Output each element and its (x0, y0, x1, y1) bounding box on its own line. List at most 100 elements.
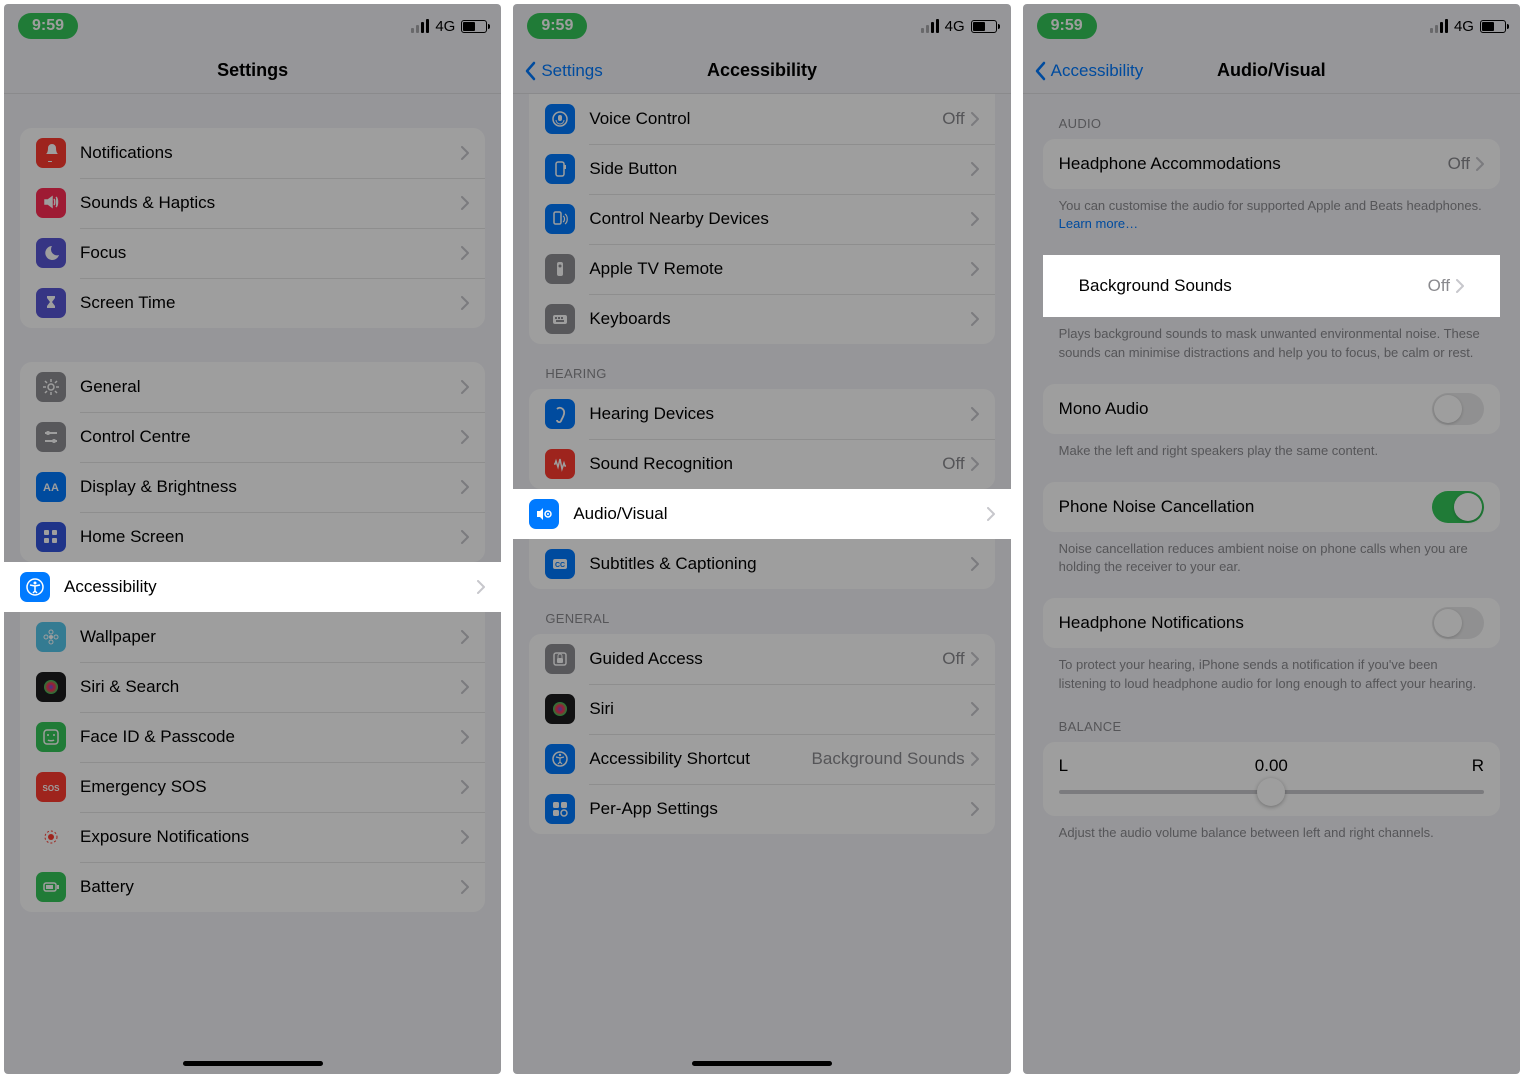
row-label: Siri (589, 699, 970, 719)
chevron-right-icon (971, 212, 979, 226)
lock-icon (545, 644, 575, 674)
chevron-right-icon (971, 652, 979, 666)
back-button[interactable]: Accessibility (1033, 61, 1144, 81)
subtitles-captioning-row[interactable]: CC Subtitles & Captioning (529, 539, 994, 589)
headphone-acc-card: Headphone Accommodations Off (1043, 139, 1500, 189)
chevron-right-icon (461, 530, 469, 544)
chevron-right-icon (971, 752, 979, 766)
back-button[interactable]: Settings (523, 61, 602, 81)
row-label: Side Button (589, 159, 970, 179)
chevron-right-icon (461, 780, 469, 794)
chevron-right-icon (461, 880, 469, 894)
focus-row[interactable]: Focus (20, 228, 485, 278)
ear-icon (545, 399, 575, 429)
row-label: Home Screen (80, 527, 461, 547)
emergency-sos-row[interactable]: SOSEmergency SOS (20, 762, 485, 812)
sounds-haptics-row[interactable]: Sounds & Haptics (20, 178, 485, 228)
chevron-right-icon (461, 380, 469, 394)
exposure-notifications-row[interactable]: Exposure Notifications (20, 812, 485, 862)
wallpaper-row[interactable]: Wallpaper (20, 612, 485, 662)
control-nearby-devices-row[interactable]: Control Nearby Devices (529, 194, 994, 244)
noise-cancel-toggle[interactable] (1432, 491, 1484, 523)
audiovis-icon (529, 499, 559, 529)
background-sounds-row[interactable]: Background Sounds Off (1043, 255, 1500, 317)
mono-audio-toggle[interactable] (1432, 393, 1484, 425)
siri-row[interactable]: Siri (529, 684, 994, 734)
row-label: Per-App Settings (589, 799, 970, 819)
siri-search-row[interactable]: Siri & Search (20, 662, 485, 712)
bg-sounds-footer: Plays background sounds to mask unwanted… (1023, 317, 1520, 365)
row-label: Screen Time (80, 293, 461, 313)
headphone-footer: You can customise the audio for supporte… (1023, 189, 1520, 237)
accessibility-group-1: Voice ControlOff Side Button Control Nearb… (529, 94, 994, 344)
chevron-left-icon (1033, 61, 1047, 81)
sliders-icon (36, 422, 66, 452)
headphone-notif-row[interactable]: Headphone Notifications (1043, 598, 1500, 648)
row-label: Notifications (80, 143, 461, 163)
headphone-notif-toggle[interactable] (1432, 607, 1484, 639)
face-id-passcode-row[interactable]: Face ID & Passcode (20, 712, 485, 762)
row-value: Background Sounds (812, 749, 965, 769)
network-label: 4G (435, 18, 455, 35)
row-label: Mono Audio (1059, 399, 1432, 419)
keyboards-row[interactable]: Keyboards (529, 294, 994, 344)
sound-recognition-row[interactable]: Sound RecognitionOff (529, 439, 994, 489)
signal-icon (921, 19, 939, 33)
mono-audio-card: Mono Audio (1043, 384, 1500, 434)
row-label: Headphone Notifications (1059, 613, 1432, 633)
per-app-settings-row[interactable]: Per-App Settings (529, 784, 994, 834)
settings-group-1: Notifications Sounds & Haptics Focus Screen… (20, 128, 485, 328)
balance-header: BALANCE (1023, 697, 1520, 742)
screen-time-row[interactable]: Screen Time (20, 278, 485, 328)
chevron-right-icon (971, 557, 979, 571)
slider-thumb[interactable] (1257, 778, 1285, 806)
time-pill: 9:59 (527, 13, 587, 39)
chevron-right-icon (461, 830, 469, 844)
chevron-right-icon (1476, 157, 1484, 171)
row-label: Accessibility Shortcut (589, 749, 811, 769)
apple-tv-remote-row[interactable]: Apple TV Remote (529, 244, 994, 294)
chevron-right-icon (987, 507, 995, 521)
moon-icon (36, 238, 66, 268)
svg-text:AA: AA (43, 482, 59, 494)
voice-control-row[interactable]: Voice ControlOff (529, 94, 994, 144)
signal-icon (1430, 19, 1448, 33)
headphone-notif-card: Headphone Notifications (1043, 598, 1500, 648)
home-screen-row[interactable]: Home Screen (20, 512, 485, 562)
general-row[interactable]: General (20, 362, 485, 412)
accessibility-shortcut-row[interactable]: Accessibility ShortcutBackground Sounds (529, 734, 994, 784)
row-value: Off (1448, 154, 1470, 174)
guided-access-row[interactable]: Guided AccessOff (529, 634, 994, 684)
control-centre-row[interactable]: Control Centre (20, 412, 485, 462)
cc-icon: CC (545, 549, 575, 579)
speaker-icon (36, 188, 66, 218)
chevron-right-icon (461, 146, 469, 160)
home-indicator[interactable] (692, 1061, 832, 1066)
chevron-right-icon (971, 162, 979, 176)
network-label: 4G (1454, 18, 1474, 35)
row-value: Off (1428, 276, 1450, 296)
balance-slider[interactable] (1059, 790, 1484, 794)
home-indicator[interactable] (183, 1061, 323, 1066)
battery-row[interactable]: Battery (20, 862, 485, 912)
row-label: Subtitles & Captioning (589, 554, 970, 574)
balance-value: 0.00 (1255, 756, 1288, 776)
grid-icon (36, 522, 66, 552)
audio-visual-row[interactable]: Audio/Visual (513, 489, 1010, 539)
noise-cancel-row[interactable]: Phone Noise Cancellation (1043, 482, 1500, 532)
accessibility-group-hearing: Hearing DevicesSound RecognitionOff (529, 389, 994, 489)
row-label: Display & Brightness (80, 477, 461, 497)
notifications-row[interactable]: Notifications (20, 128, 485, 178)
row-label: Sound Recognition (589, 454, 942, 474)
learn-more-link[interactable]: Learn more… (1059, 216, 1138, 231)
remote-icon (545, 254, 575, 284)
headphone-accommodations-row[interactable]: Headphone Accommodations Off (1043, 139, 1500, 189)
perapp-icon (545, 794, 575, 824)
row-label: Guided Access (589, 649, 942, 669)
accessibility-row[interactable]: Accessibility (4, 562, 501, 612)
side-button-row[interactable]: Side Button (529, 144, 994, 194)
hearing-devices-row[interactable]: Hearing Devices (529, 389, 994, 439)
mono-audio-row[interactable]: Mono Audio (1043, 384, 1500, 434)
row-label: Sounds & Haptics (80, 193, 461, 213)
display-brightness-row[interactable]: AA Display & Brightness (20, 462, 485, 512)
